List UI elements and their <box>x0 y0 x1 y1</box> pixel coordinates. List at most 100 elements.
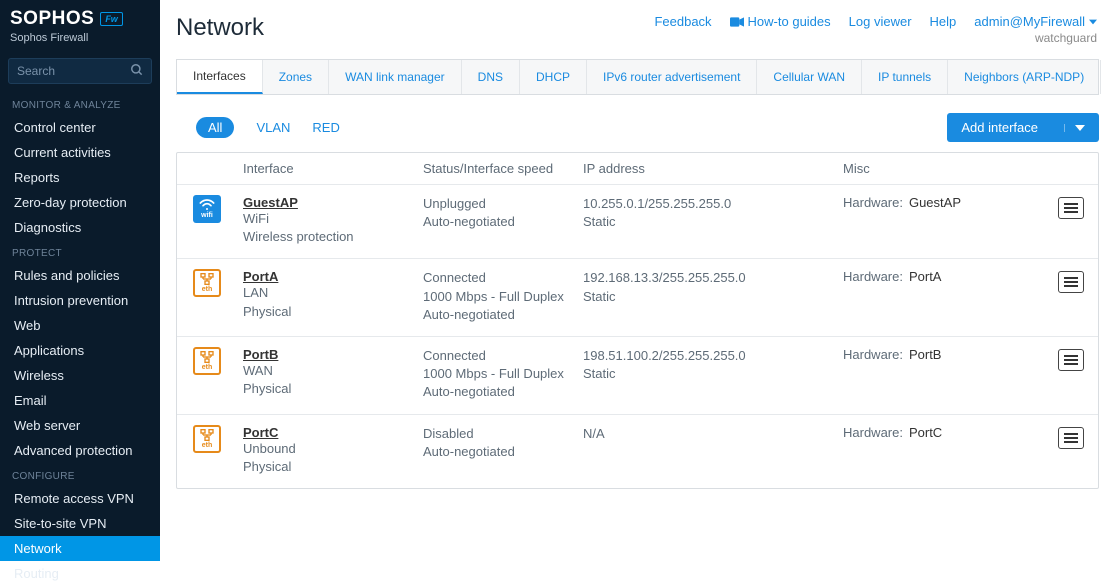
interface-kind: Physical <box>243 303 423 321</box>
status-line: 1000 Mbps - Full Duplex <box>423 288 583 306</box>
sidebar-item-web-server[interactable]: Web server <box>0 413 160 438</box>
hw-value: PortC <box>909 425 942 440</box>
interface-zone: WiFi <box>243 210 423 228</box>
feedback-link[interactable]: Feedback <box>654 14 711 29</box>
hw-label: Hardware: <box>843 425 903 440</box>
status-line: Connected <box>423 269 583 287</box>
ethernet-icon: eth <box>193 347 221 375</box>
tenant-label: watchguard <box>1035 31 1097 45</box>
nav-header: CONFIGURE <box>0 463 160 486</box>
tab-interfaces[interactable]: Interfaces <box>177 60 263 94</box>
account-menu[interactable]: admin@MyFirewall <box>974 14 1097 29</box>
tab-cellular-wan[interactable]: Cellular WAN <box>757 60 862 94</box>
interfaces-table: Interface Status/Interface speed IP addr… <box>176 152 1099 489</box>
sidebar-item-reports[interactable]: Reports <box>0 165 160 190</box>
sidebar-item-control-center[interactable]: Control center <box>0 115 160 140</box>
brand-word: SOPHOS <box>10 8 94 30</box>
hw-value: PortA <box>909 269 942 284</box>
table-row: ethPortBWANPhysicalConnected1000 Mbps - … <box>177 336 1098 414</box>
tab-dns[interactable]: DNS <box>462 60 520 94</box>
filter-vlan[interactable]: VLAN <box>256 120 290 135</box>
sidebar-item-current-activities[interactable]: Current activities <box>0 140 160 165</box>
nav-header: MONITOR & ANALYZE <box>0 92 160 115</box>
howto-link[interactable]: How-to guides <box>730 14 831 29</box>
sidebar-item-routing[interactable]: Routing <box>0 561 160 586</box>
tab-neighbors-arp-ndp-[interactable]: Neighbors (ARP-NDP) <box>948 60 1101 94</box>
hw-value: PortB <box>909 347 942 362</box>
tab-ipv6-router-advertisement[interactable]: IPv6 router advertisement <box>587 60 757 94</box>
tab-ip-tunnels[interactable]: IP tunnels <box>862 60 948 94</box>
howto-label: How-to guides <box>748 14 831 29</box>
interface-zone: Unbound <box>243 440 423 458</box>
add-interface-button[interactable]: Add interface <box>947 113 1099 142</box>
interface-zone: WAN <box>243 362 423 380</box>
row-menu-button[interactable] <box>1058 427 1084 449</box>
row-menu-button[interactable] <box>1058 349 1084 371</box>
search-box <box>8 58 152 84</box>
status-line: Auto-negotiated <box>423 306 583 324</box>
status-line: Disabled <box>423 425 583 443</box>
tab-wan-link-manager[interactable]: WAN link manager <box>329 60 462 94</box>
ip-mode: Static <box>583 365 843 383</box>
interface-name-link[interactable]: GuestAP <box>243 195 423 210</box>
sidebar-item-site-to-site-vpn[interactable]: Site-to-site VPN <box>0 511 160 536</box>
table-row: wifiGuestAPWiFiWireless protectionUnplug… <box>177 184 1098 258</box>
row-menu-button[interactable] <box>1058 197 1084 219</box>
ethernet-icon: eth <box>193 425 221 453</box>
ip-address: 192.168.13.3/255.255.255.0 <box>583 269 843 287</box>
sidebar-item-zero-day-protection[interactable]: Zero-day protection <box>0 190 160 215</box>
interface-kind: Physical <box>243 458 423 476</box>
sidebar-item-email[interactable]: Email <box>0 388 160 413</box>
th-ip: IP address <box>583 161 843 176</box>
ip-mode: Static <box>583 288 843 306</box>
hw-label: Hardware: <box>843 195 903 210</box>
ip-mode: Static <box>583 213 843 231</box>
th-misc: Misc <box>843 161 1058 176</box>
tab-dhcp[interactable]: DHCP <box>520 60 587 94</box>
brand-badge: Fw <box>100 12 123 26</box>
interface-name-link[interactable]: PortB <box>243 347 423 362</box>
ip-address: N/A <box>583 425 843 443</box>
sidebar-item-wireless[interactable]: Wireless <box>0 363 160 388</box>
sidebar-item-advanced-protection[interactable]: Advanced protection <box>0 438 160 463</box>
hw-label: Hardware: <box>843 269 903 284</box>
sidebar-item-diagnostics[interactable]: Diagnostics <box>0 215 160 240</box>
tab-zones[interactable]: Zones <box>263 60 329 94</box>
sidebar-item-web[interactable]: Web <box>0 313 160 338</box>
ip-address: 10.255.0.1/255.255.255.0 <box>583 195 843 213</box>
th-interface: Interface <box>243 161 423 176</box>
top-links: Feedback How-to guides Log viewer Help a… <box>654 14 1097 29</box>
sidebar: SOPHOS Fw Sophos Firewall MONITOR & ANAL… <box>0 0 160 552</box>
tab-dynamic-dns[interactable]: Dynamic DNS <box>1101 60 1115 94</box>
content: All VLAN RED Add interface Interface Sta… <box>160 95 1115 552</box>
filter-all[interactable]: All <box>196 117 234 138</box>
interface-name-link[interactable]: PortA <box>243 269 423 284</box>
table-row: ethPortALANPhysicalConnected1000 Mbps - … <box>177 258 1098 336</box>
status-line: Unplugged <box>423 195 583 213</box>
chevron-down-icon <box>1089 19 1097 25</box>
sidebar-item-applications[interactable]: Applications <box>0 338 160 363</box>
table-row: ethPortCUnboundPhysicalDisabledAuto-nego… <box>177 414 1098 488</box>
sidebar-item-remote-access-vpn[interactable]: Remote access VPN <box>0 486 160 511</box>
interface-zone: LAN <box>243 284 423 302</box>
chevron-down-icon <box>1064 124 1085 132</box>
sidebar-item-network[interactable]: Network <box>0 536 160 561</box>
help-link[interactable]: Help <box>930 14 957 29</box>
status-line: Connected <box>423 347 583 365</box>
th-status: Status/Interface speed <box>423 161 583 176</box>
logviewer-link[interactable]: Log viewer <box>849 14 912 29</box>
status-line: Auto-negotiated <box>423 213 583 231</box>
row-menu-button[interactable] <box>1058 271 1084 293</box>
account-label: admin@MyFirewall <box>974 14 1085 29</box>
hw-value: GuestAP <box>909 195 961 210</box>
table-header: Interface Status/Interface speed IP addr… <box>177 153 1098 184</box>
filter-red[interactable]: RED <box>312 120 339 135</box>
search-icon[interactable] <box>130 63 144 77</box>
nav: MONITOR & ANALYZEControl centerCurrent a… <box>0 92 160 586</box>
interface-name-link[interactable]: PortC <box>243 425 423 440</box>
hw-label: Hardware: <box>843 347 903 362</box>
sidebar-item-rules-and-policies[interactable]: Rules and policies <box>0 263 160 288</box>
main: Network Feedback How-to guides Log viewe… <box>160 0 1115 552</box>
sidebar-item-intrusion-prevention[interactable]: Intrusion prevention <box>0 288 160 313</box>
status-line: Auto-negotiated <box>423 443 583 461</box>
